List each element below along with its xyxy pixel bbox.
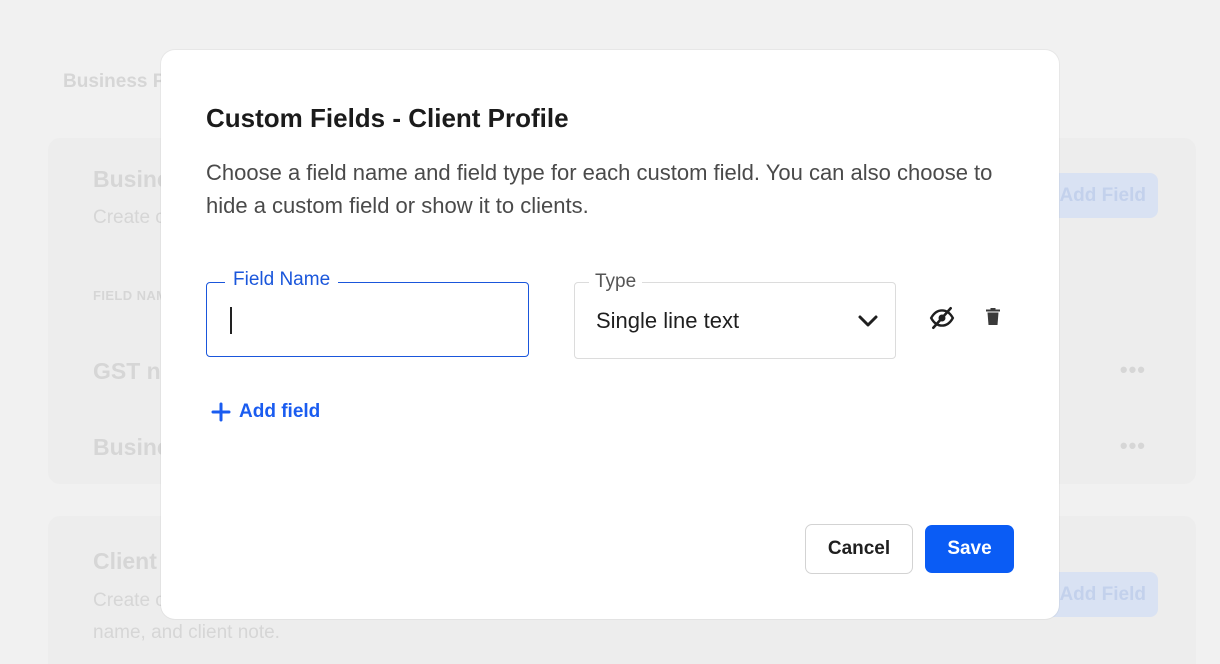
type-select[interactable]: Type Single line text — [574, 271, 896, 359]
more-horizontal-icon[interactable]: ••• — [1120, 357, 1146, 383]
add-field-link[interactable]: Add field — [211, 397, 320, 427]
card-subtitle: Create c — [93, 590, 165, 611]
field-name-input[interactable] — [229, 305, 509, 335]
field-name-field[interactable]: Field Name — [206, 269, 529, 357]
modal-title: Custom Fields - Client Profile — [206, 103, 569, 133]
save-button[interactable]: Save — [925, 525, 1014, 573]
card-subtitle-line2: name, and client note. — [93, 622, 280, 643]
breadcrumb: Business P — [63, 71, 166, 92]
cancel-button[interactable]: Cancel — [805, 524, 913, 574]
eye-off-icon[interactable] — [929, 305, 955, 331]
type-selected-value: Single line text — [596, 308, 740, 333]
field-name-label: Field Name — [225, 269, 339, 291]
trash-icon[interactable] — [986, 308, 1000, 326]
add-field-label: Add field — [239, 401, 321, 422]
modal-description: Choose a field name and field type for e… — [206, 160, 993, 218]
more-horizontal-icon[interactable]: ••• — [1120, 433, 1146, 459]
chevron-down-icon — [858, 315, 878, 327]
type-label: Type — [589, 271, 643, 293]
text-caret — [230, 307, 232, 334]
plus-icon — [211, 402, 231, 422]
card-title: Busine — [93, 166, 170, 192]
custom-fields-modal: Custom Fields - Client Profile Choose a … — [161, 50, 1059, 619]
card-title: Client — [93, 548, 157, 574]
table-row: Busine — [93, 434, 170, 460]
card-subtitle: Create c — [93, 207, 165, 228]
column-header: FIELD NAM — [93, 288, 168, 303]
